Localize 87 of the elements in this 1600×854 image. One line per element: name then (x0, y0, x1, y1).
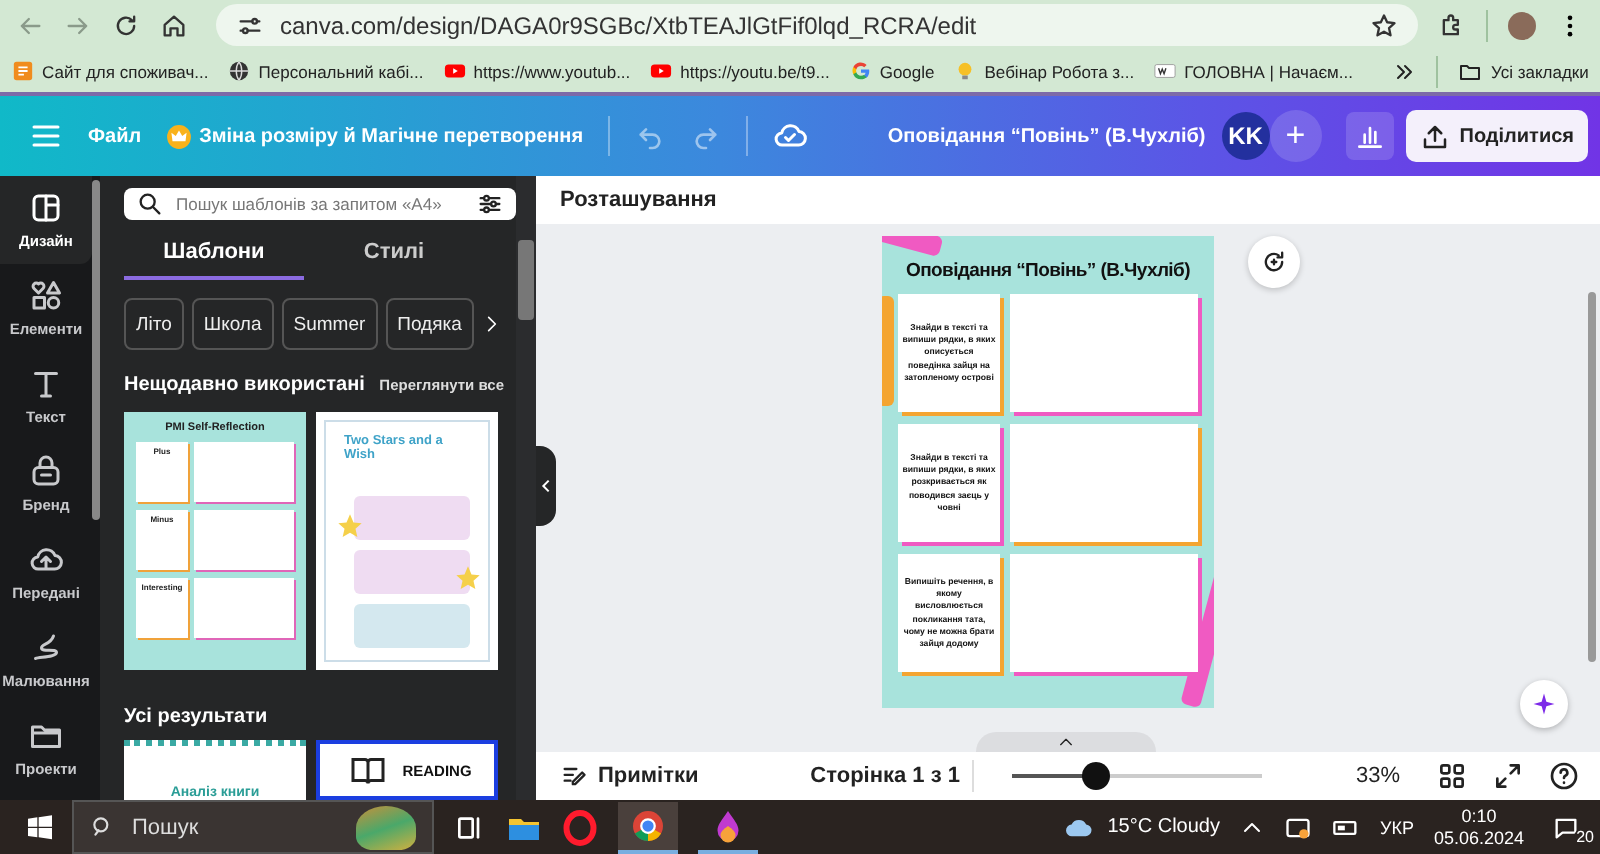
toolbar-label: Розташування (536, 176, 1600, 224)
filter-chip[interactable]: Літо (124, 298, 184, 350)
bookmark-link[interactable]: Вебінар Робота з... (954, 60, 1135, 82)
page-title: Оповідання “Повінь” (В.Чухліб) (904, 260, 1192, 282)
pen-icon (28, 630, 64, 666)
clock[interactable]: 0:10 05.06.2024 (1433, 805, 1524, 849)
notification-count: 20 (1574, 827, 1596, 845)
slider-thumb[interactable] (1081, 762, 1110, 790)
shapes-icon (28, 278, 64, 314)
bookmark-link[interactable]: https://www.youtub... (443, 60, 631, 82)
scrollbar[interactable] (92, 180, 100, 520)
url-text: canva.com/design/DAGA0r9SGBc/XtbTEAJlGtFif0lqd_RCRA/edit (280, 11, 977, 39)
user-avatar[interactable]: KK (1221, 112, 1270, 160)
tab[interactable]: Шаблони (124, 228, 304, 280)
filter-chip[interactable]: Summer (281, 298, 378, 350)
briefcase-icon (28, 454, 64, 490)
bookmark-link[interactable]: Google (849, 60, 935, 82)
section-heading: Усі результати (124, 706, 270, 728)
zoom-percentage[interactable]: 33% (1300, 764, 1400, 788)
wix-icon (1154, 60, 1177, 82)
text-icon (28, 366, 64, 402)
card (194, 578, 294, 638)
scrollbar[interactable] (518, 240, 534, 320)
filter-chip[interactable]: Подяка (385, 298, 474, 350)
opera-icon[interactable] (562, 809, 598, 845)
notes-button[interactable]: Примітки (560, 762, 699, 790)
windows-start-icon[interactable] (24, 811, 56, 843)
taskbar-search-field[interactable]: Пошук (72, 800, 434, 854)
filter-chip[interactable]: Школа (191, 298, 274, 350)
card (354, 550, 470, 594)
search-icon (136, 190, 164, 218)
more-bookmarks-icon[interactable] (1392, 59, 1417, 83)
folder-icon (1458, 59, 1483, 83)
share-button[interactable]: Поділитися (1405, 110, 1588, 162)
star-icon (454, 564, 482, 592)
section-heading: Нещодавно використані (124, 374, 365, 396)
bookmark-link[interactable]: ГОЛОВНА | Начаєм... (1154, 60, 1353, 82)
search-field[interactable]: Пошук шаблонів за запитом «A4» (124, 188, 516, 220)
profile-avatar[interactable] (1508, 11, 1536, 39)
card (354, 604, 470, 648)
grid-view-icon[interactable] (1436, 760, 1468, 792)
magic-assistant-button[interactable] (1520, 680, 1568, 728)
globe-icon (228, 60, 251, 82)
help-icon[interactable] (1548, 760, 1580, 792)
meet-now-icon[interactable] (1283, 813, 1312, 841)
layout-icon (28, 190, 64, 226)
card (354, 496, 470, 540)
fullscreen-icon[interactable] (1492, 760, 1524, 792)
bookmark-link[interactable]: Сайт для споживач... (12, 60, 209, 82)
address-bar[interactable]: canva.com/design/DAGA0r9SGBc/XtbTEAJlGtFif0lqd_RCRA/edit (216, 4, 1418, 46)
filter-icon[interactable] (476, 190, 504, 218)
scrollbar[interactable] (1588, 292, 1596, 662)
sparkle-icon (1530, 690, 1558, 718)
card (194, 510, 294, 570)
chevron-left-icon (538, 478, 554, 494)
home-icon[interactable] (160, 11, 188, 39)
card (194, 442, 294, 502)
star-icon (336, 512, 364, 540)
list-icon (12, 60, 34, 82)
upload-icon (1419, 121, 1450, 151)
chrome-icon (630, 807, 666, 843)
add-collaborator-button[interactable]: + (1269, 110, 1322, 162)
notes-icon (560, 762, 588, 790)
document-title[interactable]: Оповідання “Повінь” (В.Чухліб) (887, 125, 1206, 147)
all-bookmarks-button[interactable]: Усі закладки (1458, 59, 1589, 83)
google-g-icon (849, 60, 872, 82)
play-icon (443, 60, 466, 82)
chevron-up-icon (1058, 734, 1074, 750)
lightbulb-icon (954, 60, 977, 82)
collapse-panel-handle[interactable] (536, 446, 556, 526)
bookmark-link[interactable]: Персональний кабі... (228, 60, 424, 82)
chrome-taskbar-icon[interactable] (618, 801, 678, 853)
crown-icon (165, 123, 192, 149)
weather-widget[interactable]: 15°C Cloudy (1057, 813, 1220, 841)
notifications-button[interactable]: 20 (1544, 809, 1596, 845)
play-icon (650, 60, 673, 82)
refresh-button[interactable] (1248, 236, 1300, 288)
language-indicator[interactable]: УКР (1379, 817, 1414, 837)
refresh-icon (1260, 248, 1288, 276)
tab[interactable]: Стилі (304, 228, 484, 280)
insights-button[interactable] (1345, 112, 1394, 160)
bookmark-link[interactable]: https://youtu.be/t9... (650, 60, 830, 82)
pencil-drawing (882, 296, 894, 406)
star-icon[interactable] (1370, 11, 1398, 39)
page-counter-button[interactable]: Сторінка 1 з 1 (810, 764, 960, 788)
reload-icon[interactable] (112, 11, 140, 39)
chat-icon (1552, 813, 1580, 841)
